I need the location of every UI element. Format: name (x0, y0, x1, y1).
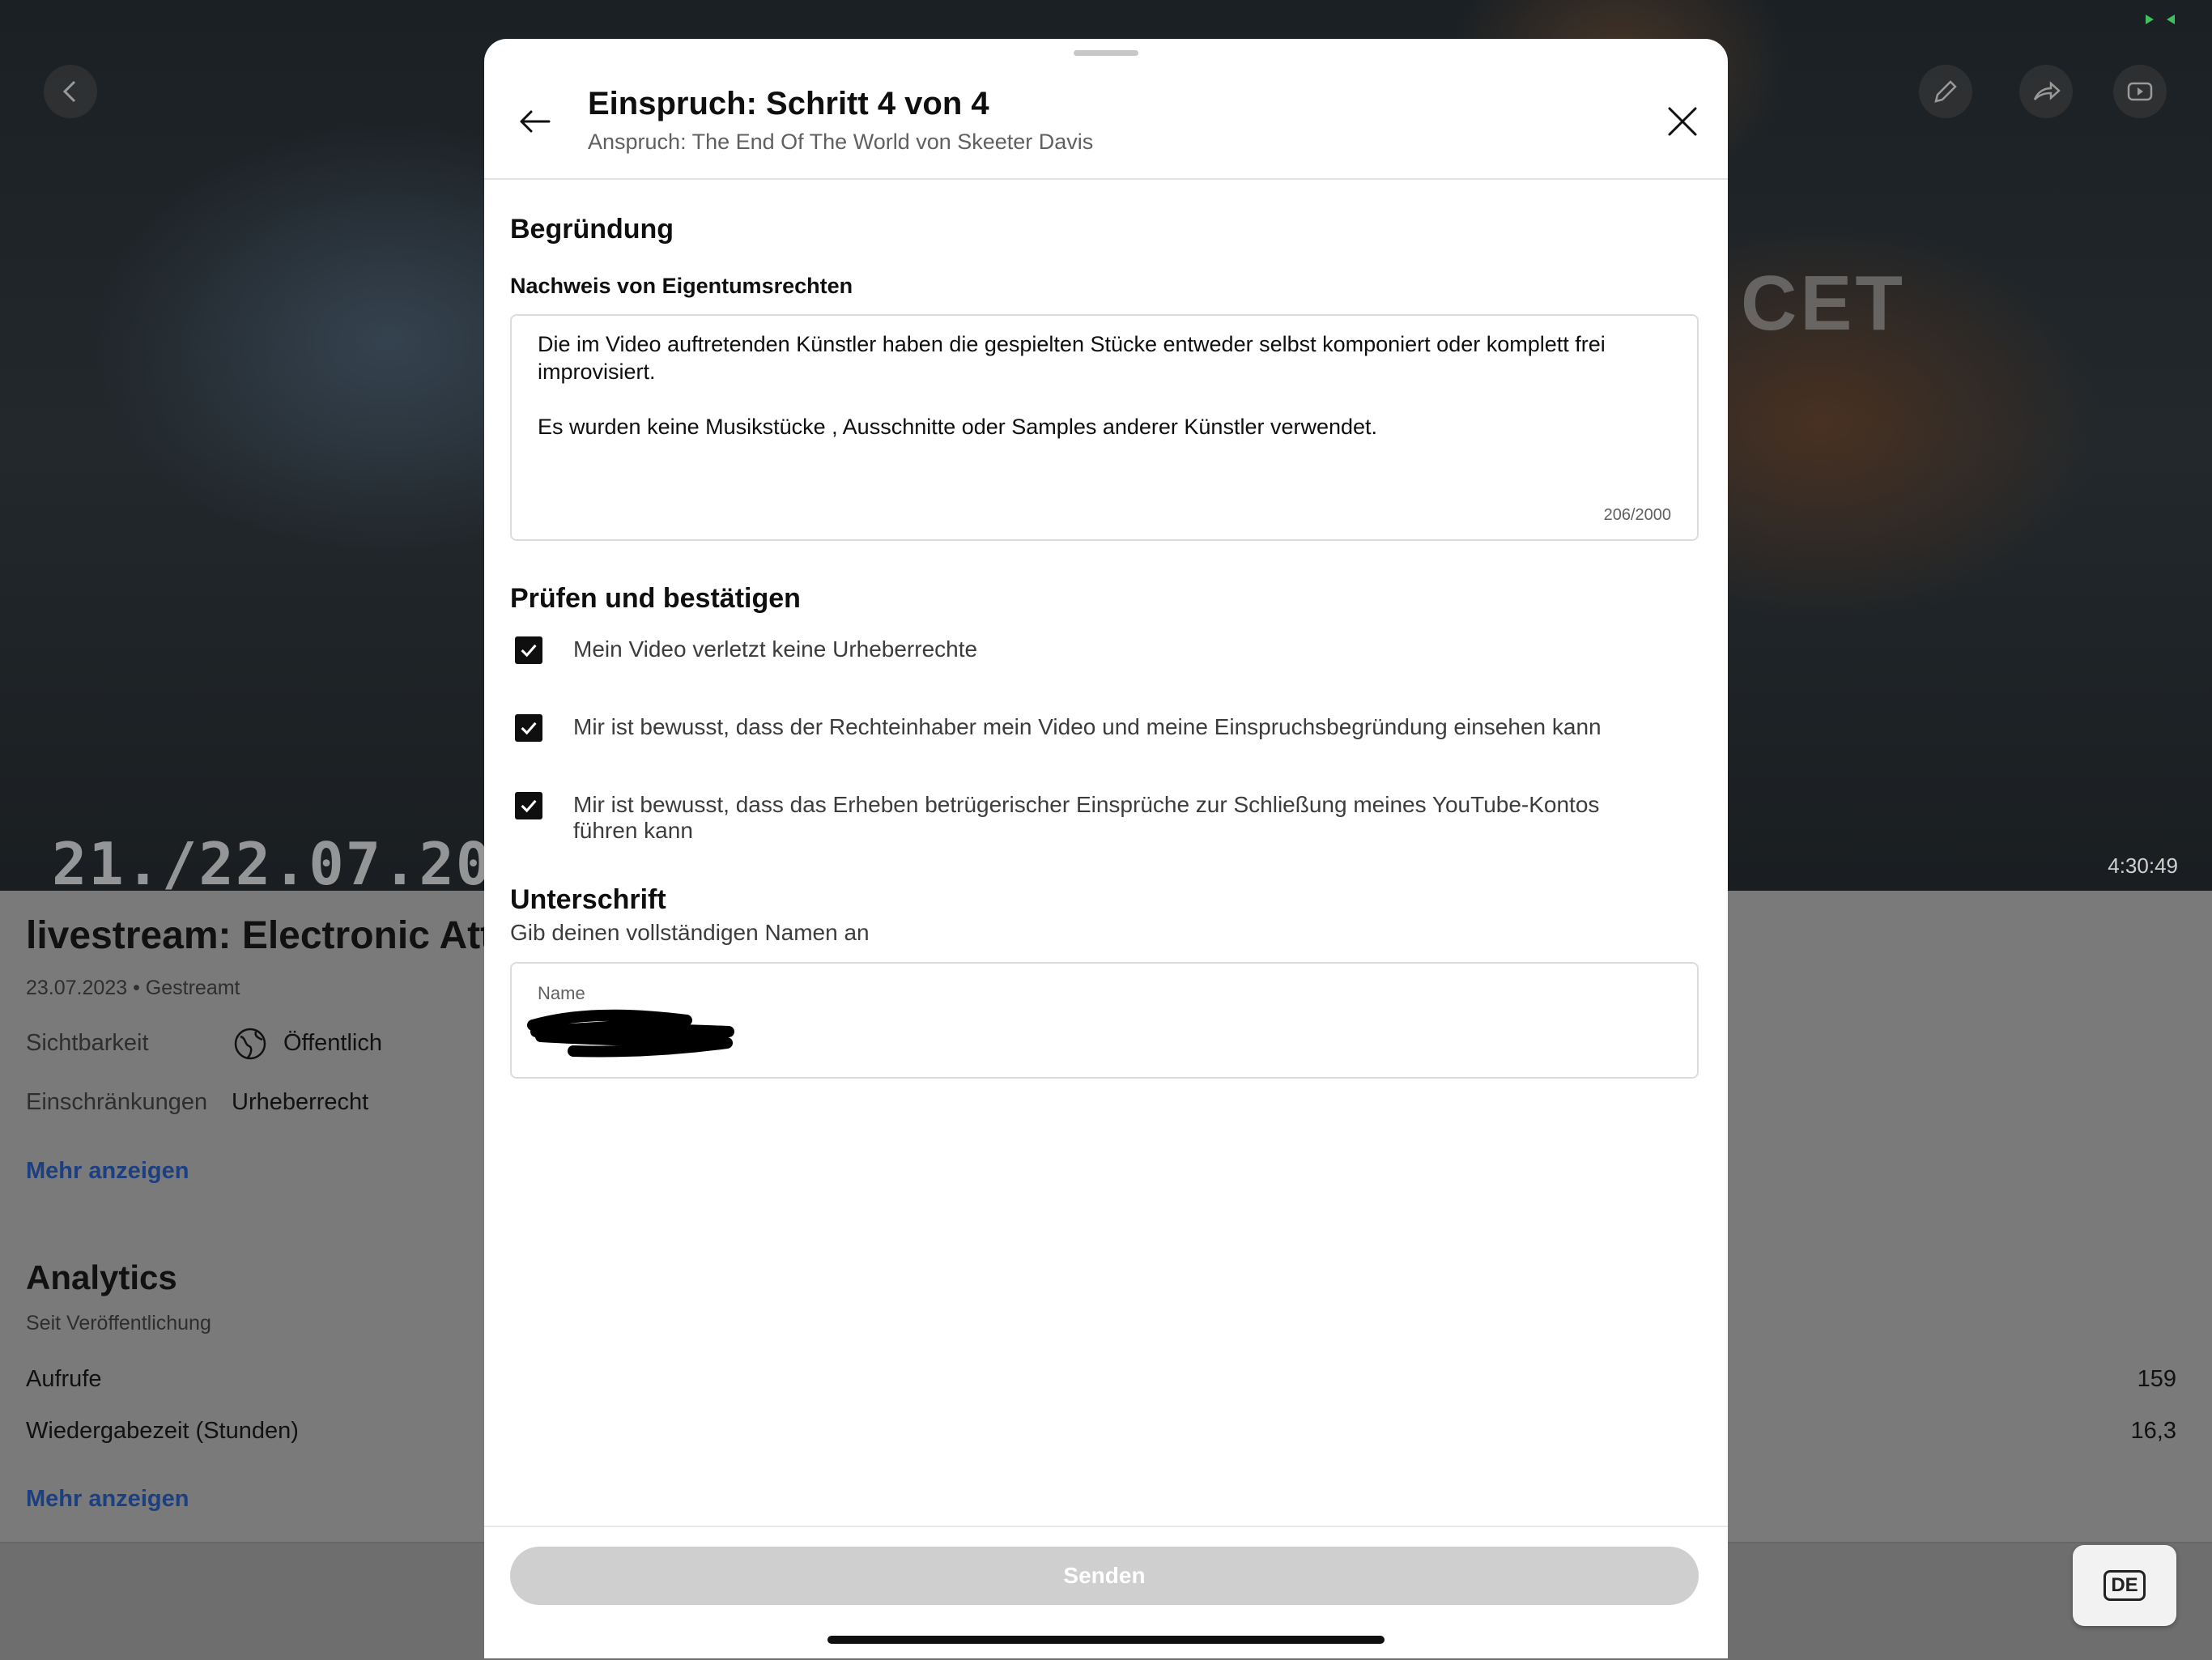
share-icon[interactable] (2019, 65, 2073, 118)
dialog-subtitle: Anspruch: The End Of The World von Skeet… (588, 130, 1094, 154)
signature-section-title: Unterschrift (510, 884, 666, 915)
redaction-scribble (527, 1009, 734, 1058)
close-icon (1668, 107, 1697, 136)
checkbox[interactable] (515, 636, 542, 664)
reason-text: Die im Video auftretenden Künstler haben… (538, 332, 1606, 439)
send-button[interactable]: Senden (510, 1547, 1699, 1605)
youtube-icon[interactable] (2113, 65, 2167, 118)
signature-hint: Gib deinen vollständigen Namen an (510, 920, 870, 945)
checkmark-icon (521, 799, 537, 813)
back-button[interactable] (510, 97, 559, 146)
watchtime-label: Wiedergabezeit (Stunden) (26, 1418, 299, 1444)
analytics-show-more-link[interactable]: Mehr anzeigen (26, 1486, 189, 1513)
checkbox[interactable] (515, 792, 542, 819)
views-value: 159 (2137, 1366, 2176, 1392)
meta-status: Gestreamt (145, 977, 240, 999)
checkbox-label: Mir ist bewusst, dass der Rechteinhaber … (573, 714, 1602, 739)
video-overlay-text: CET (1741, 260, 1906, 347)
checkbox-label: Mein Video verletzt keine Urheberrechte (573, 636, 978, 662)
edit-pencil-icon[interactable] (1919, 65, 1972, 118)
reason-field-label: Nachweis von Eigentumsrechten (510, 274, 853, 298)
home-indicator[interactable] (827, 1636, 1385, 1644)
name-input[interactable]: Name (510, 962, 1699, 1079)
char-counter: 206/2000 (1603, 506, 1671, 524)
meta-date: 23.07.2023 (26, 977, 128, 999)
reason-section-title: Begründung (510, 214, 674, 245)
language-label: DE (2104, 1570, 2146, 1601)
video-meta: 23.07.2023 • Gestreamt (26, 977, 240, 1000)
checkmark-icon (521, 721, 537, 735)
appeal-dialog: Einspruch: Schritt 4 von 4 Anspruch: The… (484, 39, 1728, 1658)
meta-separator: • (133, 977, 140, 999)
reason-textarea[interactable]: Die im Video auftretenden Künstler haben… (510, 314, 1699, 541)
video-duration: 4:30:49 (2108, 853, 2178, 878)
dialog-title: Einspruch: Schritt 4 von 4 (588, 86, 989, 121)
show-more-link[interactable]: Mehr anzeigen (26, 1158, 189, 1185)
language-button[interactable]: DE (2073, 1545, 2176, 1626)
checkbox[interactable] (515, 714, 542, 742)
restrictions-value[interactable]: Urheberrecht (232, 1089, 368, 1116)
restrictions-label: Einschränkungen (26, 1089, 208, 1115)
analytics-title: Analytics (26, 1258, 177, 1296)
confirm-section-title: Prüfen und bestätigen (510, 583, 801, 614)
dialog-footer: Senden (484, 1526, 1728, 1658)
checkmark-icon (521, 644, 537, 658)
close-button[interactable] (1658, 97, 1707, 146)
checkbox-label: Mir ist bewusst, dass das Erheben betrüg… (573, 792, 1600, 843)
visibility-label: Sichtbarkeit (26, 1030, 149, 1056)
video-title: livestream: Electronic Atta (26, 914, 515, 957)
watchtime-value: 16,3 (2130, 1418, 2176, 1444)
back-chevron-icon[interactable] (44, 65, 97, 118)
globe-icon (234, 1028, 266, 1060)
analytics-subtitle: Seit Veröffentlichung (26, 1312, 211, 1334)
arrow-left-icon (520, 110, 551, 133)
screen-mirroring-icon (2146, 15, 2175, 24)
views-label: Aufrufe (26, 1366, 102, 1392)
dialog-header: Einspruch: Schritt 4 von 4 Anspruch: The… (484, 39, 1728, 180)
visibility-value[interactable]: Öffentlich (283, 1030, 382, 1057)
